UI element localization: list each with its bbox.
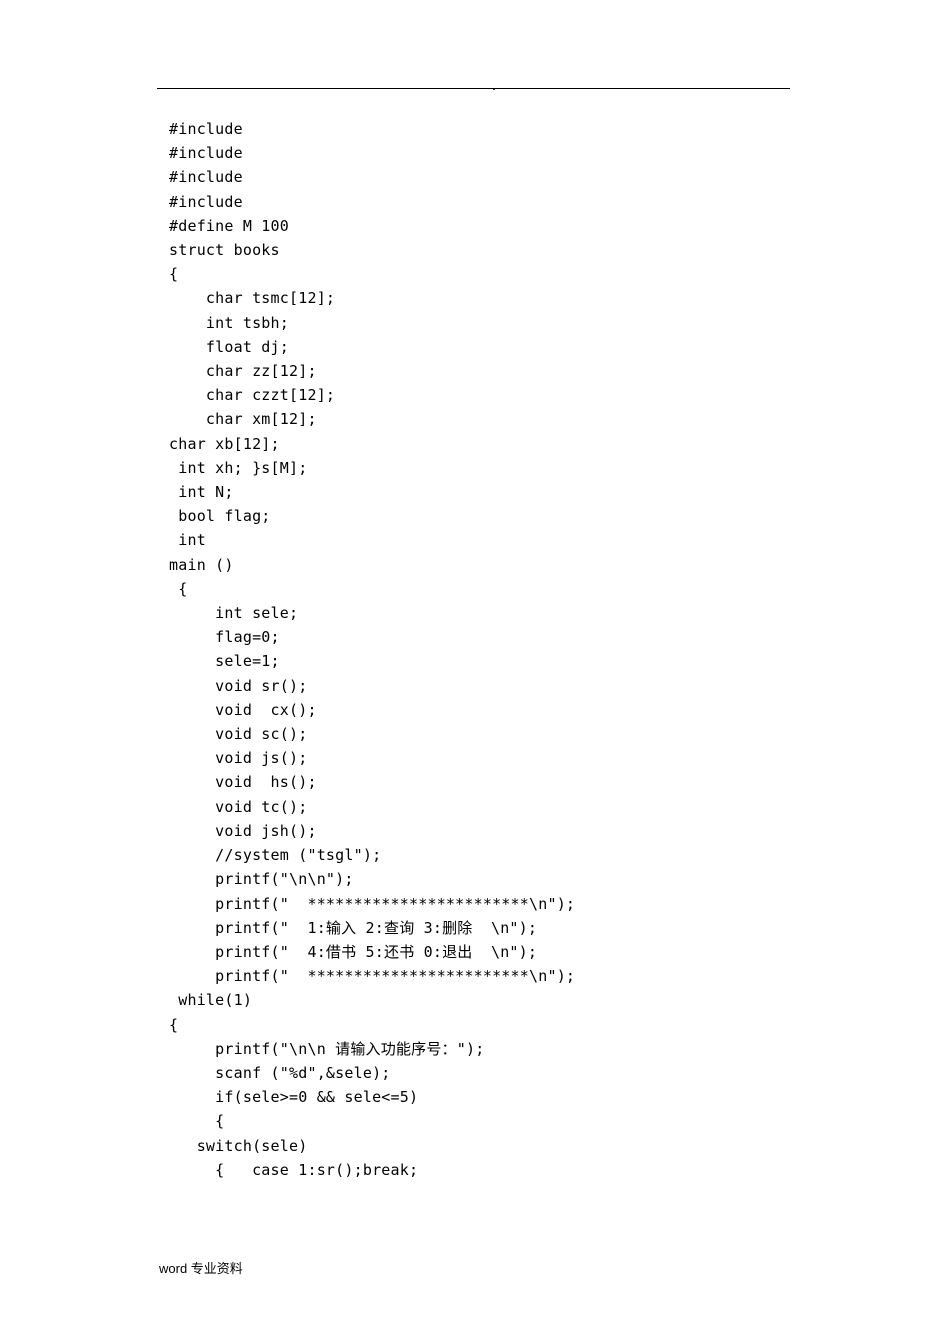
footer-text: word 专业资料 bbox=[159, 1258, 243, 1277]
page-content: #include #include #include #include #def… bbox=[157, 87, 790, 1337]
code-listing: #include #include #include #include #def… bbox=[157, 87, 790, 1182]
